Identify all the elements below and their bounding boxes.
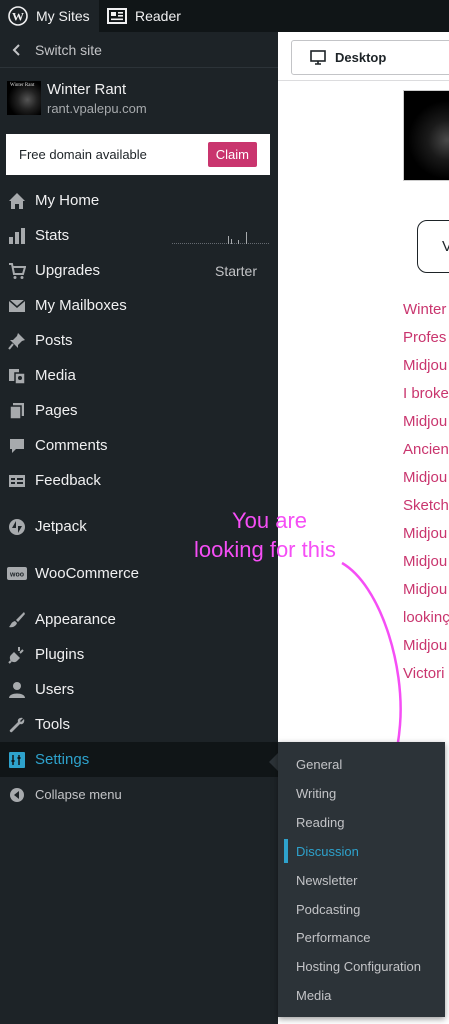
sidebar-item-comments[interactable]: Comments xyxy=(0,428,278,463)
stats-icon xyxy=(6,225,28,247)
pages-icon xyxy=(6,400,28,422)
annotation-line-1: You are xyxy=(232,508,308,533)
comment-icon xyxy=(6,435,28,457)
sidebar-item-feedback[interactable]: Feedback xyxy=(0,463,278,498)
reader-button[interactable]: Reader xyxy=(99,0,189,32)
site-name: Winter Rant xyxy=(47,80,127,98)
collapse-menu-button[interactable]: Collapse menu xyxy=(0,777,278,812)
sidebar-item-label: Posts xyxy=(35,332,73,349)
plug-icon xyxy=(6,644,28,666)
submenu-item-writing[interactable]: Writing xyxy=(278,779,445,807)
submenu-item-discussion[interactable]: Discussion xyxy=(278,837,445,865)
home-icon xyxy=(6,190,28,212)
sidebar-item-label: Comments xyxy=(35,437,108,454)
switch-site-label: Switch site xyxy=(35,41,102,58)
svg-text:woo: woo xyxy=(9,571,24,578)
submenu-item-reading[interactable]: Reading xyxy=(278,808,445,836)
submenu-pointer xyxy=(269,753,278,771)
wordpress-logo-icon: W xyxy=(8,6,28,26)
sidebar-item-label: Stats xyxy=(35,227,70,244)
brush-icon xyxy=(6,609,28,631)
admin-top-bar: W My Sites Reader xyxy=(0,0,449,32)
submenu-item-hosting-configuration[interactable]: Hosting Configuration xyxy=(278,952,445,980)
preview-button-label: V xyxy=(442,238,449,255)
my-sites-button[interactable]: W My Sites xyxy=(0,0,99,32)
submenu-item-media[interactable]: Media xyxy=(278,981,445,1009)
sidebar-item-label: My Mailboxes xyxy=(35,297,127,314)
collapse-icon xyxy=(6,784,28,806)
free-domain-card: Free domain available Claim xyxy=(6,134,270,175)
post-link[interactable]: Midjou xyxy=(403,357,447,374)
post-link[interactable]: Winter xyxy=(403,301,446,318)
sidebar-item-upgrades[interactable]: Upgrades Starter xyxy=(0,253,278,288)
submenu-item-general[interactable]: General xyxy=(278,750,445,778)
annotation-line-2: looking for this xyxy=(194,537,336,562)
site-thumb-text: Winter Rant xyxy=(10,83,35,88)
settings-submenu: General Writing Reading Discussion Newsl… xyxy=(278,742,445,1017)
switch-site-link[interactable]: Switch site xyxy=(0,32,278,68)
sidebar-item-label: Appearance xyxy=(35,611,116,628)
mail-icon xyxy=(6,295,28,317)
sidebar-item-label: WooCommerce xyxy=(35,565,139,582)
post-link[interactable]: Midjou xyxy=(403,525,447,542)
monitor-icon xyxy=(310,50,326,65)
sidebar-item-plugins[interactable]: Plugins xyxy=(0,637,278,672)
sidebar-item-settings[interactable]: Settings xyxy=(0,742,278,777)
preview-button[interactable]: V xyxy=(417,220,449,273)
sidebar-item-label: Settings xyxy=(35,751,90,768)
jetpack-icon xyxy=(6,516,28,538)
device-label: Desktop xyxy=(335,50,387,65)
chevron-left-icon xyxy=(12,43,20,56)
free-domain-text: Free domain available xyxy=(19,147,147,162)
submenu-item-newsletter[interactable]: Newsletter xyxy=(278,866,445,894)
wrench-icon xyxy=(6,714,28,736)
sidebar-item-pages[interactable]: Pages xyxy=(0,393,278,428)
sidebar-item-appearance[interactable]: Appearance xyxy=(0,602,278,637)
post-link[interactable]: Sketch xyxy=(403,497,449,514)
feedback-icon xyxy=(6,470,28,492)
sidebar-item-tools[interactable]: Tools xyxy=(0,707,278,742)
post-link[interactable]: Ancien xyxy=(403,441,449,458)
user-icon xyxy=(6,679,28,701)
claim-button[interactable]: Claim xyxy=(207,142,257,167)
preview-toolbar: Desktop xyxy=(278,32,449,81)
sidebar-item-label: Feedback xyxy=(35,472,101,489)
stats-sparkline xyxy=(172,232,270,244)
sidebar-item-label: Pages xyxy=(35,402,78,419)
svg-text:W: W xyxy=(12,10,24,24)
pin-icon xyxy=(6,330,28,352)
sidebar-item-my-home[interactable]: My Home xyxy=(0,183,278,218)
settings-icon xyxy=(6,749,28,771)
sidebar-item-label: Users xyxy=(35,681,75,698)
site-url: rant.vpalepu.com xyxy=(47,100,147,116)
post-link[interactable]: Midjou xyxy=(403,469,447,486)
sidebar-item-label: Jetpack xyxy=(35,518,87,535)
post-link[interactable]: I broke xyxy=(403,385,449,402)
my-sites-label: My Sites xyxy=(36,8,90,24)
collapse-menu-label: Collapse menu xyxy=(35,787,122,802)
site-header-image xyxy=(403,90,449,181)
sidebar-item-posts[interactable]: Posts xyxy=(0,323,278,358)
sidebar-item-mailboxes[interactable]: My Mailboxes xyxy=(0,288,278,323)
submenu-item-performance[interactable]: Performance xyxy=(278,923,445,951)
sidebar-item-label: Tools xyxy=(35,716,71,733)
cart-icon xyxy=(6,260,28,282)
sidebar-item-media[interactable]: Media xyxy=(0,358,278,393)
reader-icon xyxy=(107,8,127,24)
sidebar-item-label: Upgrades xyxy=(35,262,101,279)
site-thumbnail: Winter Rant xyxy=(7,81,41,115)
device-select-button[interactable]: Desktop xyxy=(291,40,449,75)
sidebar-item-users[interactable]: Users xyxy=(0,672,278,707)
sidebar-item-label: Media xyxy=(35,367,76,384)
post-link[interactable]: Profes xyxy=(403,329,446,346)
post-link[interactable]: Midjou xyxy=(403,413,447,430)
woo-icon: woo xyxy=(6,563,28,585)
reader-label: Reader xyxy=(135,8,181,24)
plan-badge: Starter xyxy=(214,262,257,279)
sidebar-item-label: My Home xyxy=(35,192,100,209)
sidebar-item-label: Plugins xyxy=(35,646,85,663)
media-icon xyxy=(6,365,28,387)
submenu-item-podcasting[interactable]: Podcasting xyxy=(278,895,445,923)
current-site[interactable]: Winter Rant Winter Rant rant.vpalepu.com xyxy=(0,68,278,128)
